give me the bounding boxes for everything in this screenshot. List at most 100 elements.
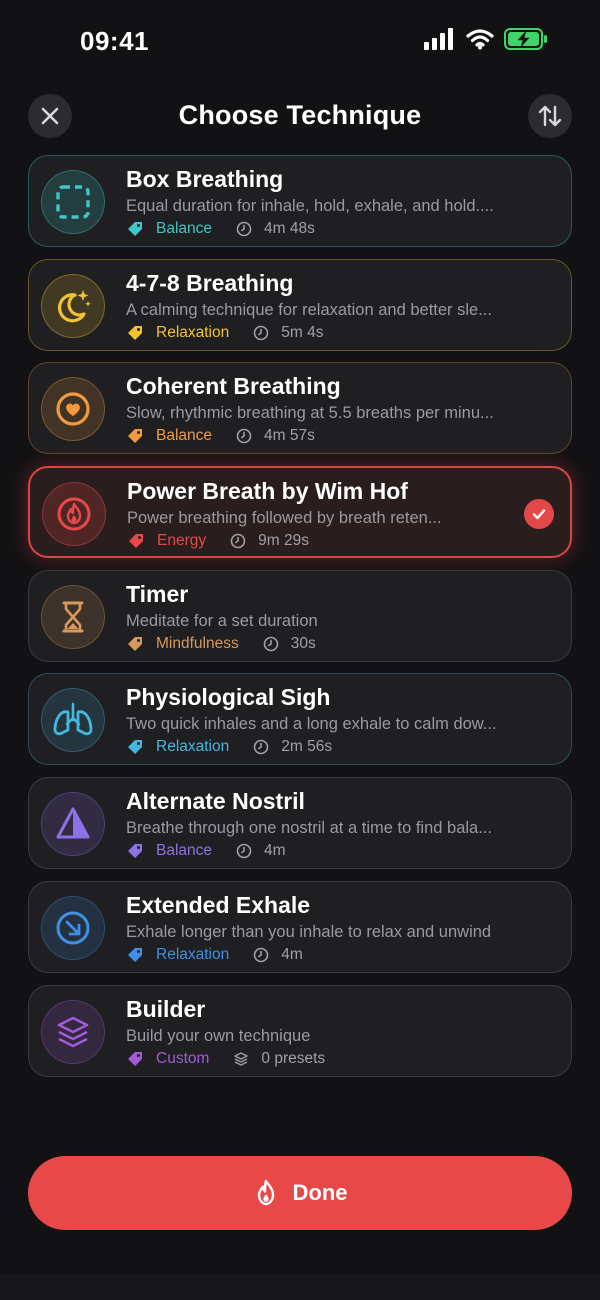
technique-title: Alternate Nostril bbox=[126, 788, 305, 815]
technique-card-box-breathing[interactable]: Box Breathing Equal duration for inhale,… bbox=[28, 155, 572, 247]
layers-icon bbox=[57, 1016, 89, 1047]
stack-icon bbox=[234, 1051, 249, 1066]
status-time: 09:41 bbox=[80, 26, 149, 56]
technique-description: Breathe through one nostril at a time to… bbox=[126, 819, 492, 838]
technique-title: 4-7-8 Breathing bbox=[126, 269, 294, 296]
technique-category: Relaxation bbox=[156, 945, 230, 963]
moon-stars-icon bbox=[57, 289, 91, 323]
clock-icon bbox=[236, 221, 252, 237]
technique-icon-badge bbox=[42, 482, 106, 547]
technique-card-timer[interactable]: Timer Meditate for a set duration Mindfu… bbox=[28, 569, 572, 662]
status-bar: 09:41 bbox=[0, 0, 600, 80]
technique-meta: Mindfulness 30s bbox=[126, 635, 316, 653]
sort-button[interactable] bbox=[528, 94, 572, 138]
technique-meta: Balance 4m bbox=[126, 842, 286, 860]
technique-description: Exhale longer than you inhale to relax a… bbox=[126, 922, 492, 941]
technique-title: Extended Exhale bbox=[126, 891, 311, 918]
technique-icon-badge bbox=[41, 584, 105, 649]
clock-icon bbox=[236, 429, 252, 444]
clock-icon bbox=[230, 533, 246, 549]
status-icons bbox=[424, 28, 548, 50]
lungs-icon bbox=[53, 703, 93, 736]
clock-icon bbox=[253, 325, 269, 340]
arrow-down-right-icon bbox=[56, 911, 90, 945]
home-indicator-area bbox=[0, 1274, 600, 1300]
signal-icon bbox=[424, 28, 453, 50]
clock-icon bbox=[236, 843, 252, 859]
heart-icon bbox=[56, 392, 90, 426]
technique-card-builder[interactable]: Builder Build your own technique Custom … bbox=[28, 984, 572, 1077]
selected-checkmark bbox=[524, 499, 554, 530]
clock-icon bbox=[253, 740, 269, 755]
technique-card-extended-exhale[interactable]: Extended Exhale Exhale longer than you i… bbox=[28, 880, 572, 973]
technique-icon-badge bbox=[41, 273, 105, 338]
technique-description: Power breathing followed by breath reten… bbox=[127, 509, 442, 528]
done-button[interactable]: Done bbox=[28, 1156, 572, 1230]
flame-icon bbox=[257, 1179, 274, 1206]
technique-category: Balance bbox=[156, 842, 213, 860]
technique-title: Builder bbox=[126, 995, 206, 1022]
tag-icon bbox=[128, 740, 142, 755]
technique-category: Custom bbox=[156, 1049, 210, 1067]
technique-description: Two quick inhales and a long exhale to c… bbox=[126, 715, 497, 734]
technique-icon-badge bbox=[41, 688, 105, 753]
flame-icon bbox=[57, 497, 91, 531]
tag-icon bbox=[128, 429, 142, 444]
technique-meta: Custom 0 presets bbox=[126, 1050, 325, 1068]
technique-description: Equal duration for inhale, hold, exhale,… bbox=[126, 197, 494, 215]
technique-card-alternate-nostril[interactable]: Alternate Nostril Breathe through one no… bbox=[28, 777, 572, 870]
technique-title: Box Breathing bbox=[126, 166, 284, 192]
page-title: Choose Technique bbox=[178, 100, 422, 130]
tag-icon bbox=[129, 534, 143, 549]
checkmark-icon bbox=[532, 509, 546, 520]
hourglass-icon bbox=[62, 601, 84, 633]
technique-duration: 5m 4s bbox=[281, 323, 324, 341]
technique-meta: Energy 9m 29s bbox=[127, 532, 309, 550]
tag-icon bbox=[128, 1051, 142, 1066]
technique-category: Mindfulness bbox=[156, 634, 239, 652]
technique-description: A calming technique for relaxation and b… bbox=[126, 300, 492, 319]
technique-card-power-breath-wim-hof[interactable]: Power Breath by Wim Hof Power breathing … bbox=[28, 466, 572, 559]
technique-title: Timer bbox=[126, 580, 189, 607]
technique-description: Slow, rhythmic breathing at 5.5 breaths … bbox=[126, 404, 494, 423]
technique-duration: 2m 56s bbox=[281, 738, 333, 756]
done-button-label: Done bbox=[292, 1180, 348, 1205]
technique-category: Energy bbox=[157, 532, 207, 550]
tag-icon bbox=[128, 636, 142, 651]
technique-icon-badge bbox=[41, 792, 105, 857]
technique-description: Meditate for a set duration bbox=[126, 611, 318, 630]
technique-icon-badge bbox=[41, 170, 105, 234]
technique-title: Coherent Breathing bbox=[126, 373, 341, 400]
technique-meta: Relaxation 5m 4s bbox=[126, 324, 323, 342]
technique-category: Balance bbox=[156, 220, 213, 237]
battery-charging-icon bbox=[504, 28, 547, 50]
header: Choose Technique bbox=[0, 90, 600, 142]
technique-meta: Relaxation 2m 56s bbox=[126, 738, 332, 756]
technique-icon-badge bbox=[41, 377, 105, 442]
technique-title: Power Breath by Wim Hof bbox=[127, 478, 408, 505]
technique-category: Relaxation bbox=[156, 738, 230, 756]
sort-arrows-icon bbox=[538, 105, 562, 127]
technique-card-coherent-breathing[interactable]: Coherent Breathing Slow, rhythmic breath… bbox=[28, 362, 572, 455]
technique-preset-count: 0 presets bbox=[261, 1049, 326, 1067]
tag-icon bbox=[128, 844, 142, 859]
technique-duration: 9m 29s bbox=[258, 532, 309, 550]
technique-duration: 4m 57s bbox=[264, 427, 315, 445]
tag-icon bbox=[128, 947, 142, 962]
technique-icon-badge bbox=[41, 999, 105, 1064]
technique-card-physiological-sigh[interactable]: Physiological Sigh Two quick inhales and… bbox=[28, 673, 572, 766]
technique-duration: 4m 48s bbox=[264, 220, 315, 237]
technique-duration: 4m bbox=[264, 842, 286, 860]
technique-category: Balance bbox=[156, 427, 213, 445]
technique-meta: Relaxation 4m bbox=[126, 946, 303, 964]
technique-card-4-7-8-breathing[interactable]: 4-7-8 Breathing A calming technique for … bbox=[28, 258, 572, 351]
square-dashed-icon bbox=[56, 185, 90, 219]
technique-duration: 4m bbox=[281, 945, 303, 963]
technique-title: Physiological Sigh bbox=[126, 684, 331, 711]
technique-icon-badge bbox=[41, 895, 105, 960]
tag-icon bbox=[128, 325, 142, 340]
technique-meta: Balance 4m 57s bbox=[126, 427, 315, 445]
wifi-icon bbox=[466, 29, 494, 50]
technique-meta: Balance 4m 48s bbox=[126, 220, 315, 238]
technique-category: Relaxation bbox=[156, 323, 230, 341]
